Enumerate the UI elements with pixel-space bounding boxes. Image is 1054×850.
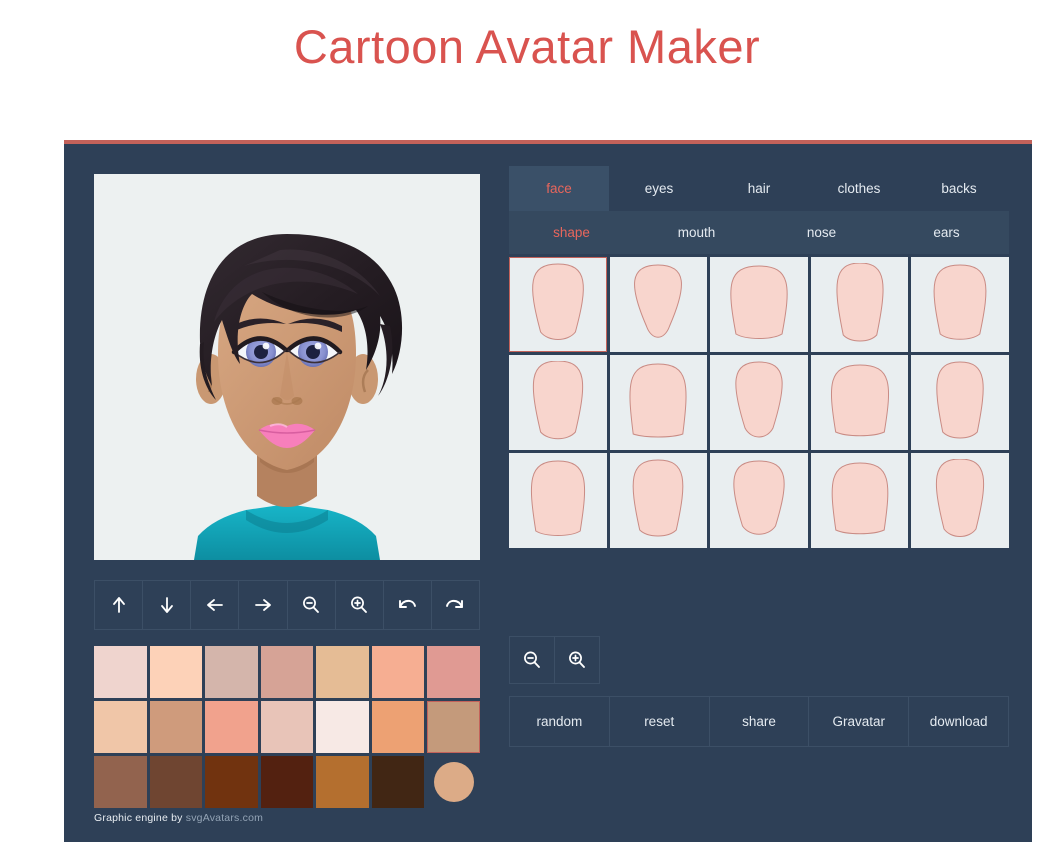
face-shape-icon [634, 263, 683, 338]
action-random-button[interactable]: random [510, 697, 610, 746]
tab-clothes[interactable]: clothes [809, 166, 909, 211]
skin-color-palette [94, 646, 480, 808]
face-shape-option[interactable] [509, 453, 607, 548]
avatar-maker-panel: Graphic engine by svgAvatars.com face eye… [64, 140, 1032, 842]
page-title: Cartoon Avatar Maker [293, 20, 761, 73]
color-swatch[interactable] [316, 756, 369, 808]
subtab-mouth[interactable]: mouth [634, 211, 759, 254]
avatar-preview-stage[interactable] [94, 174, 480, 560]
tab-eyes[interactable]: eyes [609, 166, 709, 211]
color-swatch[interactable] [427, 701, 480, 753]
color-swatch[interactable] [149, 701, 203, 753]
face-shape-option[interactable] [810, 453, 909, 548]
tab-face[interactable]: face [509, 166, 609, 211]
color-swatch[interactable] [149, 646, 203, 698]
undo-button[interactable] [384, 581, 432, 629]
face-shape-icon [733, 459, 785, 535]
primary-tab-bar: face eyes hair clothes backs [509, 166, 1009, 211]
face-shape-icon [531, 262, 584, 340]
face-shape-icon [629, 362, 687, 437]
color-swatch[interactable] [260, 646, 314, 698]
color-swatch[interactable] [316, 701, 369, 753]
zoom-in-button[interactable] [336, 581, 384, 629]
face-shape-option[interactable] [911, 257, 1009, 352]
credit-prefix: Graphic engine by [94, 812, 186, 824]
face-shape-option[interactable] [911, 355, 1009, 450]
preview-column [94, 174, 484, 808]
action-share-button[interactable]: share [710, 697, 810, 746]
move-left-button[interactable] [191, 581, 240, 629]
subtab-shape[interactable]: shape [509, 211, 634, 254]
face-shape-grid [509, 257, 1009, 548]
face-shape-option[interactable] [810, 355, 909, 450]
face-shape-icon [831, 461, 888, 534]
face-shape-option[interactable] [509, 257, 607, 352]
color-swatch[interactable] [260, 701, 314, 753]
color-swatch[interactable] [205, 701, 258, 753]
color-swatch[interactable] [205, 756, 258, 808]
action-reset-button[interactable]: reset [610, 697, 710, 746]
color-swatch[interactable] [149, 756, 203, 808]
avatar-transform-toolbar [94, 580, 480, 630]
subtab-ears[interactable]: ears [884, 211, 1009, 254]
action-download-button[interactable]: download [909, 697, 1008, 746]
face-shape-option[interactable] [609, 453, 708, 548]
current-color-preview [427, 756, 480, 808]
avatar-illustration [94, 174, 480, 560]
color-swatch[interactable] [427, 646, 480, 698]
face-shape-icon [836, 262, 884, 341]
color-swatch[interactable] [94, 701, 147, 753]
face-shape-icon [830, 363, 889, 436]
panel-zoom-in-button[interactable] [555, 637, 600, 683]
face-shape-icon [532, 360, 583, 439]
face-shape-option[interactable] [911, 453, 1009, 548]
face-shape-icon [735, 360, 783, 437]
face-shape-option[interactable] [609, 257, 708, 352]
tab-backs[interactable]: backs [909, 166, 1009, 211]
face-shape-icon [933, 263, 987, 340]
color-swatch[interactable] [205, 646, 258, 698]
redo-button[interactable] [432, 581, 479, 629]
current-color-dot [433, 762, 474, 802]
face-shape-icon [633, 458, 684, 536]
action-gravatar-button[interactable]: Gravatar [809, 697, 910, 746]
zoom-out-button[interactable] [288, 581, 336, 629]
credit-link[interactable]: svgAvatars.com [186, 812, 263, 824]
color-swatch[interactable] [371, 756, 425, 808]
action-button-bar: random reset share Gravatar download [509, 696, 1009, 747]
color-swatch[interactable] [94, 756, 147, 808]
face-shape-option[interactable] [509, 355, 607, 450]
move-up-button[interactable] [95, 581, 144, 629]
secondary-tab-bar: shape mouth nose ears [509, 211, 1009, 254]
color-swatch[interactable] [260, 756, 314, 808]
face-shape-icon [530, 459, 585, 536]
options-column: face eyes hair clothes backs shape mouth nose e… [509, 166, 1009, 747]
color-swatch[interactable] [371, 701, 425, 753]
face-shape-option[interactable] [710, 257, 808, 352]
color-swatch[interactable] [316, 646, 369, 698]
panel-zoom-out-button[interactable] [510, 637, 555, 683]
color-swatch[interactable] [371, 646, 425, 698]
face-shape-option[interactable] [710, 355, 808, 450]
face-shape-icon [936, 458, 985, 537]
face-shape-option[interactable] [609, 355, 708, 450]
color-swatch[interactable] [94, 646, 147, 698]
move-right-button[interactable] [239, 581, 288, 629]
face-shape-option[interactable] [710, 453, 808, 548]
panel-zoom-controls [509, 636, 600, 684]
tab-hair[interactable]: hair [709, 166, 809, 211]
face-shape-icon [936, 360, 984, 438]
face-shape-icon [730, 264, 788, 339]
face-shape-option[interactable] [810, 257, 909, 352]
credit-line: Graphic engine by svgAvatars.com [94, 812, 263, 824]
subtab-nose[interactable]: nose [759, 211, 884, 254]
move-down-button[interactable] [143, 581, 192, 629]
